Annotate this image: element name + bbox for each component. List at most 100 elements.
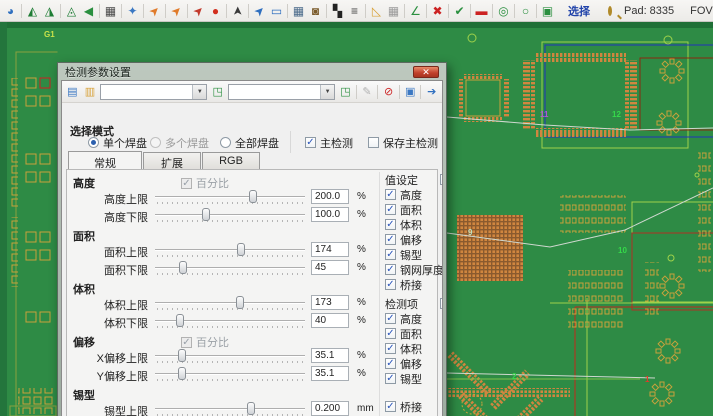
percent-checkbox-box-3[interactable]: ✓ bbox=[181, 337, 192, 348]
percent-checkbox-box-0[interactable]: ✓ bbox=[181, 178, 192, 189]
slider-thumb[interactable] bbox=[249, 190, 257, 203]
camera-icon[interactable]: ◙ bbox=[307, 1, 324, 21]
tiles-icon[interactable]: ▚ bbox=[329, 1, 346, 21]
check-item-box-1-6[interactable]: ✓ bbox=[385, 401, 396, 412]
check-item[interactable]: ✓锡型 bbox=[385, 247, 443, 262]
target-icon[interactable]: ◎ bbox=[495, 1, 512, 21]
add-profile-icon[interactable]: ▥ bbox=[83, 83, 98, 101]
mode-checkbox-box-0[interactable]: ✓ bbox=[305, 137, 316, 148]
select-mode-button[interactable]: 选择 bbox=[568, 3, 590, 19]
param-slider[interactable] bbox=[155, 402, 305, 416]
check-item[interactable]: ✓面积 bbox=[385, 202, 443, 217]
param-slider[interactable] bbox=[155, 243, 305, 259]
slider-thumb[interactable] bbox=[236, 296, 244, 309]
param-value-input[interactable] bbox=[311, 366, 349, 381]
check-item-box-0-0[interactable]: ✓ bbox=[385, 189, 396, 200]
check-group-master-checkbox-1[interactable] bbox=[440, 298, 443, 309]
slider-thumb[interactable] bbox=[176, 314, 184, 327]
apply-profile-1-icon[interactable]: ◳ bbox=[210, 83, 225, 101]
slider-thumb[interactable] bbox=[202, 208, 210, 221]
param-value-input[interactable] bbox=[311, 313, 349, 328]
check-group-master-checkbox-0[interactable]: ✓ bbox=[440, 174, 443, 185]
check-item[interactable]: ✓高度 bbox=[385, 187, 443, 202]
zoom-region-a-icon[interactable]: ◭ bbox=[24, 1, 41, 21]
check-apply-icon[interactable]: ✔ bbox=[451, 1, 468, 21]
param-slider[interactable] bbox=[155, 190, 305, 206]
check-item[interactable]: ✓体积 bbox=[385, 341, 443, 356]
pushpin-icon[interactable]: ➤ bbox=[228, 2, 248, 19]
check-item-box-0-3[interactable]: ✓ bbox=[385, 234, 396, 245]
slider-thumb[interactable] bbox=[178, 367, 186, 380]
profile-combo-1-dropdown-icon[interactable]: ▼ bbox=[192, 85, 206, 99]
param-slider[interactable] bbox=[155, 349, 305, 365]
mode-checkbox-0[interactable]: ✓主检测 bbox=[305, 135, 353, 150]
circle-icon[interactable]: ○ bbox=[517, 1, 534, 21]
check-item-box-1-3[interactable]: ✓ bbox=[385, 358, 396, 369]
slider-thumb[interactable] bbox=[178, 349, 186, 362]
minus-icon[interactable]: ▬ bbox=[473, 1, 490, 21]
export-icon[interactable]: ➔ bbox=[424, 83, 439, 101]
chart-icon[interactable]: ∠ bbox=[407, 1, 424, 21]
check-item-box-0-1[interactable]: ✓ bbox=[385, 204, 396, 215]
magnifier-icon[interactable] bbox=[608, 6, 612, 16]
check-item-box-0-4[interactable]: ✓ bbox=[385, 249, 396, 260]
param-value-input[interactable] bbox=[311, 401, 349, 416]
param-slider[interactable] bbox=[155, 208, 305, 224]
grid-window-icon[interactable]: ▦ bbox=[290, 1, 307, 21]
check-item[interactable]: ✓锡型 bbox=[385, 371, 443, 386]
dart-orange-2-icon[interactable]: ➤ bbox=[163, 0, 189, 24]
block-icon[interactable]: ⊘ bbox=[381, 83, 396, 101]
slider-thumb[interactable] bbox=[237, 243, 245, 256]
apply-profile-2-icon[interactable]: ◳ bbox=[338, 83, 353, 101]
check-item[interactable]: ✓桥接 bbox=[385, 277, 443, 292]
check-item[interactable]: ✓体积 bbox=[385, 217, 443, 232]
param-value-input[interactable] bbox=[311, 348, 349, 363]
pad-mode-radio-1[interactable]: 多个焊盘 bbox=[150, 135, 209, 150]
param-value-input[interactable] bbox=[311, 295, 349, 310]
slider-thumb[interactable] bbox=[179, 261, 187, 274]
delete-icon[interactable]: ✖ bbox=[429, 1, 446, 21]
slider-thumb[interactable] bbox=[247, 402, 255, 415]
check-item-box-1-1[interactable]: ✓ bbox=[385, 328, 396, 339]
cone-icon[interactable]: ◀ bbox=[80, 1, 97, 21]
check-item[interactable]: ✓钢网厚度 bbox=[385, 262, 443, 277]
check-item-box-0-6[interactable]: ✓ bbox=[385, 279, 396, 290]
close-button[interactable]: ✕ bbox=[413, 66, 439, 78]
check-item-box-1-4[interactable]: ✓ bbox=[385, 373, 396, 384]
stop-square-icon[interactable]: ▣ bbox=[539, 1, 556, 21]
check-item-box-0-5[interactable]: ✓ bbox=[385, 264, 396, 275]
param-slider[interactable] bbox=[155, 261, 305, 277]
check-item-box-0-2[interactable]: ✓ bbox=[385, 219, 396, 230]
dart-orange-1-icon[interactable]: ➤ bbox=[141, 0, 167, 24]
mode-checkbox-1[interactable]: 保存主检测 bbox=[368, 135, 438, 150]
check-item[interactable]: ✓高度 bbox=[385, 311, 443, 326]
profile-combo-2-dropdown-icon[interactable]: ▼ bbox=[320, 85, 334, 99]
param-value-input[interactable] bbox=[311, 189, 349, 204]
save-profile-icon[interactable]: ▤ bbox=[65, 83, 80, 101]
save-icon[interactable]: ▣ bbox=[403, 83, 418, 101]
prism-icon[interactable]: ◬ bbox=[63, 1, 80, 21]
param-value-input[interactable] bbox=[311, 242, 349, 257]
profile-combo-1[interactable]: ▼ bbox=[100, 84, 207, 100]
param-slider[interactable] bbox=[155, 367, 305, 383]
tools-icon[interactable]: ✦ bbox=[124, 1, 141, 21]
check-item-box-1-2[interactable]: ✓ bbox=[385, 343, 396, 354]
ruler-icon[interactable]: ◺ bbox=[368, 1, 385, 21]
check-item[interactable]: ✓偏移 bbox=[385, 232, 443, 247]
check-item-box-1-0[interactable]: ✓ bbox=[385, 313, 396, 324]
profile-combo-2[interactable]: ▼ bbox=[228, 84, 335, 100]
pad-mode-radio-0[interactable]: 单个焊盘 bbox=[88, 135, 147, 150]
mesh-icon[interactable]: ▦ bbox=[385, 1, 402, 21]
image-icon[interactable]: ▦ bbox=[102, 1, 119, 21]
mode-checkbox-box-1[interactable] bbox=[368, 137, 379, 148]
camera-nav-icon[interactable]: ◕ bbox=[2, 1, 19, 21]
param-slider[interactable] bbox=[155, 314, 305, 330]
param-value-input[interactable] bbox=[311, 207, 349, 222]
sort-az-icon[interactable]: ≡ bbox=[346, 1, 363, 21]
edit-icon[interactable]: ✎ bbox=[360, 83, 375, 101]
pad-mode-radio-2[interactable]: 全部焊盘 bbox=[220, 135, 279, 150]
dialog-titlebar[interactable]: 检测参数设置 ✕ bbox=[61, 63, 443, 80]
check-item[interactable]: ✓偏移 bbox=[385, 356, 443, 371]
check-item[interactable]: ✓面积 bbox=[385, 326, 443, 341]
param-value-input[interactable] bbox=[311, 260, 349, 275]
